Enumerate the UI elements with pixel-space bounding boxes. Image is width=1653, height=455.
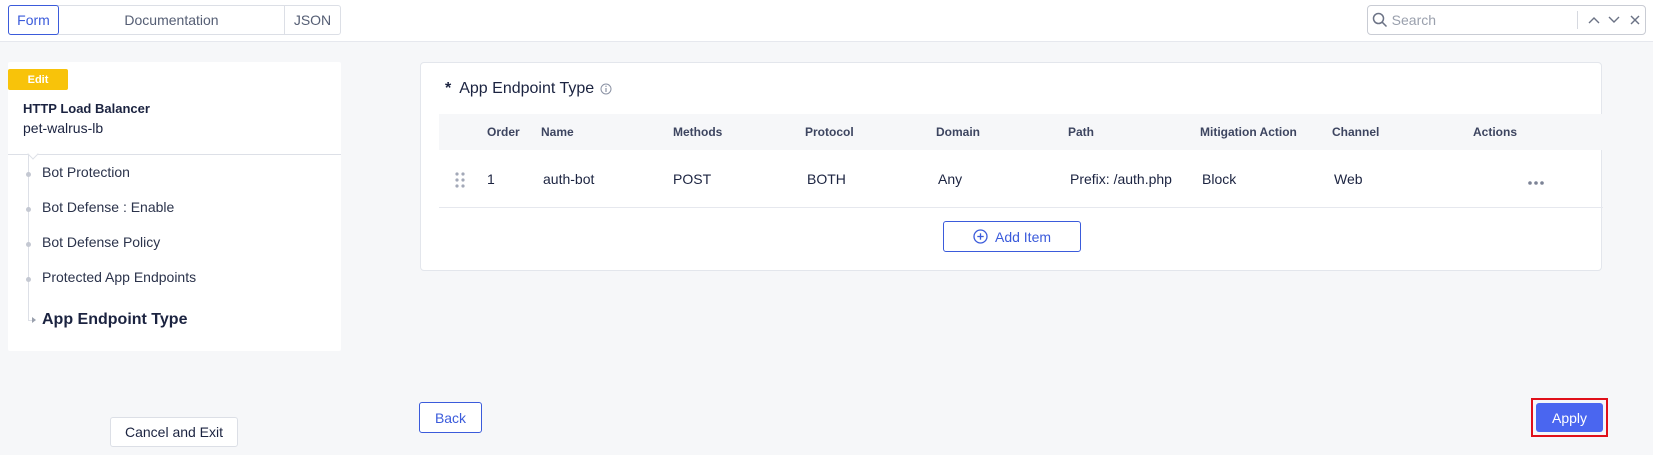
search-box — [1367, 5, 1646, 35]
tab-documentation[interactable]: Documentation — [59, 6, 285, 34]
top-bar: Form Documentation JSON — [0, 0, 1653, 42]
cell-methods: POST — [673, 171, 712, 187]
object-type-label: HTTP Load Balancer — [23, 101, 150, 116]
cell-name: auth-bot — [543, 171, 595, 187]
apply-button[interactable]: Apply — [1536, 403, 1603, 432]
add-item-button[interactable]: Add Item — [943, 221, 1081, 252]
column-header-actions: Actions — [1473, 125, 1518, 139]
column-header-domain: Domain — [936, 125, 981, 139]
close-icon[interactable] — [1624, 8, 1645, 32]
tab-form[interactable]: Form — [8, 5, 59, 35]
required-marker: * — [445, 80, 452, 97]
back-button[interactable]: Back — [419, 402, 482, 433]
apply-highlight-box: Apply — [1531, 398, 1608, 437]
search-divider — [1576, 11, 1578, 29]
cell-mitigation-action: Block — [1202, 171, 1237, 187]
search-input[interactable] — [1391, 12, 1573, 28]
column-header-mitigation-action: Mitigation Action — [1200, 125, 1297, 139]
panel-title-text: App Endpoint Type — [459, 80, 595, 97]
cell-path: Prefix: /auth.php — [1070, 171, 1172, 187]
view-tabs: Form Documentation JSON — [8, 5, 341, 35]
column-header-path: Path — [1068, 125, 1095, 139]
sidebar-divider — [8, 154, 341, 155]
table-row[interactable]: 1 auth-bot POST BOTH Any Prefix: /auth.p… — [439, 151, 1603, 208]
plus-circle-icon — [973, 229, 988, 244]
app-endpoint-type-panel: * App Endpoint Type Order Name Methods P… — [420, 62, 1603, 271]
tab-json[interactable]: JSON — [285, 6, 340, 34]
table-header: Order Name Methods Protocol Domain Path … — [439, 114, 1603, 150]
sidebar-item-protected-app-endpoints[interactable]: Protected App Endpoints — [42, 269, 196, 285]
column-header-methods: Methods — [673, 125, 723, 139]
search-icon — [1368, 12, 1392, 28]
sidebar-notch — [27, 148, 39, 160]
sidebar: Edit HTTP Load Balancer pet-walrus-lb Bo… — [8, 62, 341, 351]
cell-domain: Any — [938, 171, 963, 187]
column-header-channel: Channel — [1332, 125, 1380, 139]
tree-dot — [26, 207, 31, 212]
object-name-label: pet-walrus-lb — [23, 120, 104, 136]
edit-badge: Edit — [8, 69, 68, 90]
cell-order: 1 — [487, 171, 495, 187]
tree-dot — [26, 277, 31, 282]
add-item-label: Add Item — [994, 228, 1052, 245]
sidebar-item-app-endpoint-type[interactable]: App Endpoint Type — [42, 311, 187, 329]
chevron-up-icon[interactable] — [1583, 8, 1604, 32]
sidebar-item-bot-protection[interactable]: Bot Protection — [42, 164, 130, 180]
more-dots-icon[interactable] — [1527, 173, 1545, 191]
cancel-and-exit-button[interactable]: Cancel and Exit — [110, 417, 238, 447]
tree-line — [28, 155, 29, 311]
column-header-order: Order — [487, 125, 520, 139]
cell-channel: Web — [1334, 171, 1363, 187]
panel-title: * App Endpoint Type — [445, 80, 612, 98]
column-header-name: Name — [541, 125, 574, 139]
chevron-down-icon[interactable] — [1604, 8, 1625, 32]
info-icon[interactable] — [600, 83, 612, 95]
sidebar-item-bot-defense-policy[interactable]: Bot Defense Policy — [42, 234, 160, 250]
tree-dot — [26, 172, 31, 177]
drag-handle-icon[interactable] — [455, 172, 465, 193]
sidebar-item-bot-defense-enable[interactable]: Bot Defense : Enable — [42, 199, 174, 215]
cell-protocol: BOTH — [807, 171, 846, 187]
caret-right-icon — [32, 317, 36, 323]
tree-dot — [26, 242, 31, 247]
column-header-protocol: Protocol — [805, 125, 854, 139]
